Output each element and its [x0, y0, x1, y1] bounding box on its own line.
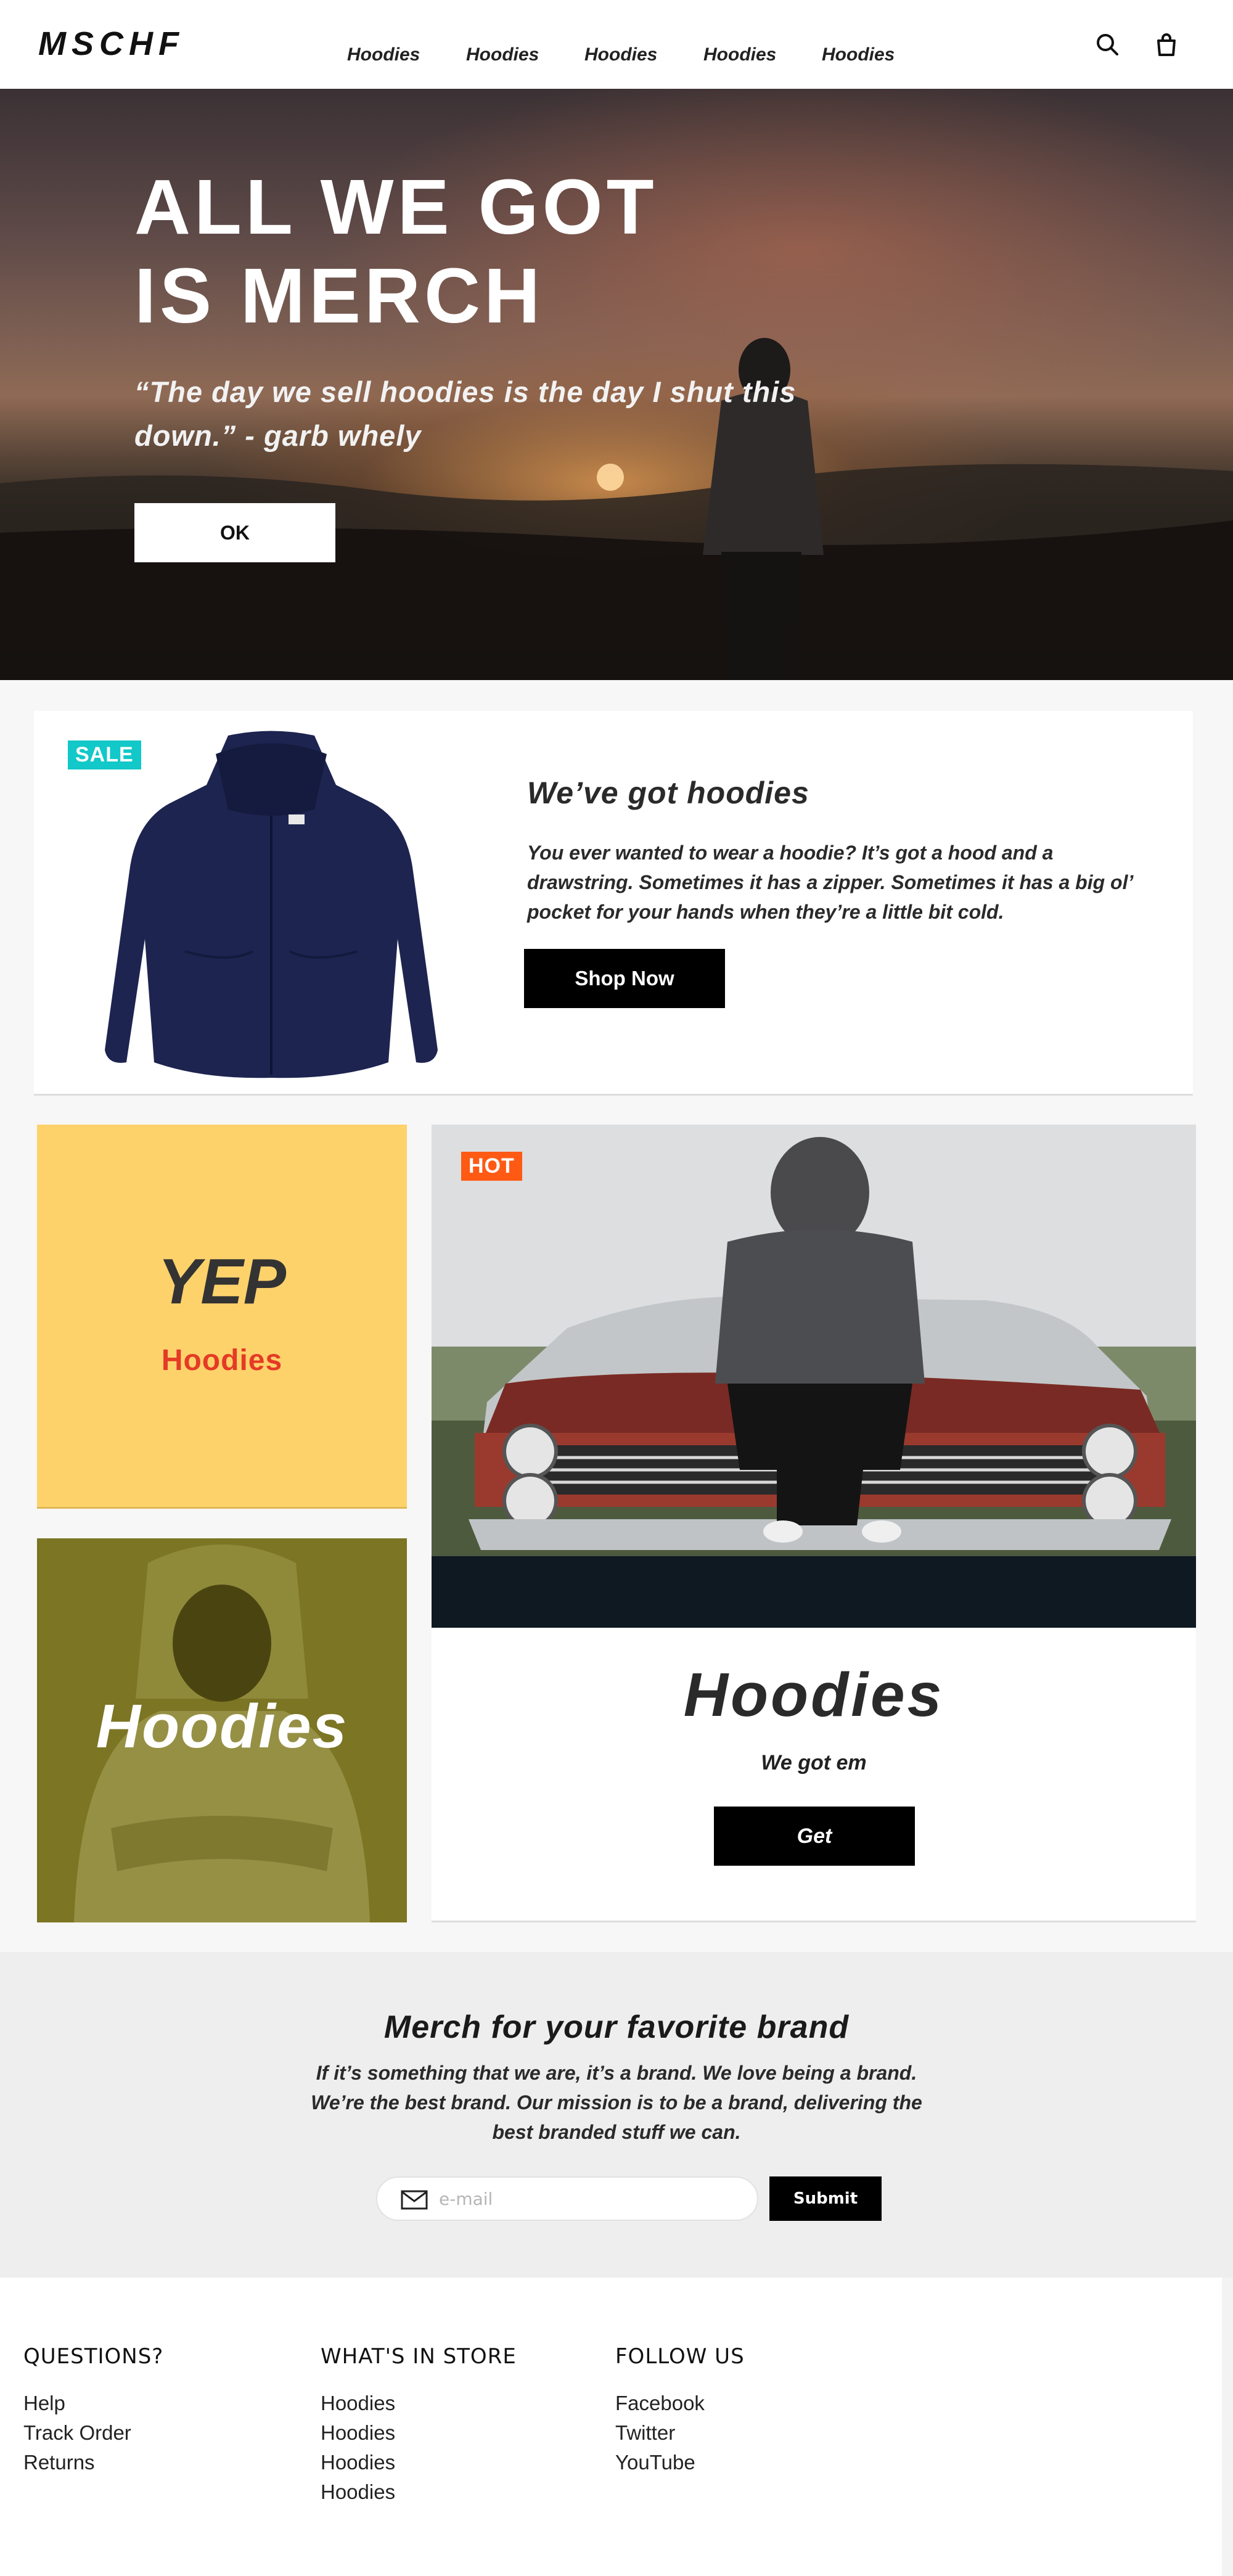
get-button[interactable]: Get	[714, 1807, 915, 1866]
newsletter-section: Merch for your favorite brand If it’s so…	[0, 1952, 1233, 2278]
shop-now-button[interactable]: Shop Now	[524, 949, 725, 1008]
shopping-bag-icon[interactable]	[1153, 31, 1180, 58]
email-field-wrapper	[376, 2176, 758, 2221]
hero-title: ALL WE GOT IS MERCH	[134, 163, 658, 340]
promo-tile-hoodies[interactable]: Hoodies	[37, 1538, 407, 1922]
featured-description: You ever wanted to wear a hoodie? It’s g…	[527, 842, 1133, 923]
footer-link-twitter[interactable]: Twitter	[615, 2418, 745, 2448]
footer-link-hoodies-2[interactable]: Hoodies	[321, 2418, 517, 2448]
hero-quote: “The day we sell hoodies is the day I sh…	[134, 375, 797, 452]
footer-link-returns[interactable]: Returns	[23, 2448, 163, 2477]
site-footer: QUESTIONS? Help Track Order Returns WHAT…	[0, 2278, 1222, 2576]
footer-column-store: WHAT'S IN STORE Hoodies Hoodies Hoodies …	[321, 2344, 517, 2507]
footer-link-hoodies-4[interactable]: Hoodies	[321, 2477, 517, 2507]
footer-column-questions: QUESTIONS? Help Track Order Returns	[23, 2344, 163, 2477]
footer-link-hoodies-1[interactable]: Hoodies	[321, 2389, 517, 2418]
promo-card-hot: HOT Hoodies We got em Get	[432, 1125, 1196, 1922]
footer-link-help[interactable]: Help	[23, 2389, 163, 2418]
newsletter-title: Merch for your favorite brand	[383, 2009, 850, 2045]
site-header: MSCHF Hoodies Hoodies Hoodies Hoodies Ho…	[0, 0, 1233, 89]
nav-item-hoodies-1[interactable]: Hoodies	[347, 44, 420, 65]
hero-ok-button[interactable]: OK	[134, 503, 335, 562]
footer-column-follow: FOLLOW US Facebook Twitter YouTube	[615, 2344, 745, 2477]
nav-item-hoodies-3[interactable]: Hoodies	[584, 44, 657, 65]
footer-link-track-order[interactable]: Track Order	[23, 2418, 163, 2448]
hot-badge: HOT	[461, 1152, 522, 1181]
footer-link-youtube[interactable]: YouTube	[615, 2448, 745, 2477]
hero-banner: ALL WE GOT IS MERCH “The day we sell hoo…	[0, 89, 1233, 680]
promo-hot-subtitle: We got em	[761, 1751, 867, 1774]
zip-hoodie-image[interactable]	[92, 729, 450, 1081]
site-logo[interactable]: MSCHF	[38, 25, 184, 63]
nav-item-hoodies-2[interactable]: Hoodies	[466, 44, 539, 65]
nav-item-hoodies-5[interactable]: Hoodies	[822, 44, 895, 65]
promo-hot-title: Hoodies	[683, 1660, 944, 1729]
footer-heading-follow: FOLLOW US	[615, 2344, 745, 2369]
newsletter-description: If it’s something that we are, it’s a br…	[311, 2062, 922, 2143]
sale-badge: SALE	[68, 740, 141, 769]
footer-heading-questions: QUESTIONS?	[23, 2344, 164, 2369]
promo-tile-yep[interactable]: YEP Hoodies	[37, 1125, 407, 1509]
submit-button[interactable]: Submit	[769, 2176, 882, 2221]
search-icon[interactable]	[1094, 31, 1121, 58]
featured-title: We’ve got hoodies	[527, 776, 809, 810]
footer-link-hoodies-3[interactable]: Hoodies	[321, 2448, 517, 2477]
footer-heading-store: WHAT'S IN STORE	[321, 2344, 517, 2369]
footer-link-facebook[interactable]: Facebook	[615, 2389, 745, 2418]
featured-hoodie-card: SALE We’ve got hoodies You ever wanted t…	[34, 711, 1193, 1096]
mail-icon	[401, 2190, 428, 2210]
hero-title-line-1: ALL WE GOT	[134, 163, 658, 250]
car-photo[interactable]	[432, 1125, 1196, 1628]
page-edge	[1222, 2278, 1233, 2576]
email-input[interactable]	[439, 2186, 747, 2211]
nav-item-hoodies-4[interactable]: Hoodies	[703, 44, 776, 65]
promo-yep-subtitle: Hoodies	[161, 1344, 283, 1377]
hero-title-line-2: IS MERCH	[134, 252, 544, 339]
promo-yep-title: YEP	[157, 1246, 287, 1318]
person-on-car-image	[432, 1125, 1196, 1628]
promo-olive-title: Hoodies	[96, 1692, 348, 1761]
